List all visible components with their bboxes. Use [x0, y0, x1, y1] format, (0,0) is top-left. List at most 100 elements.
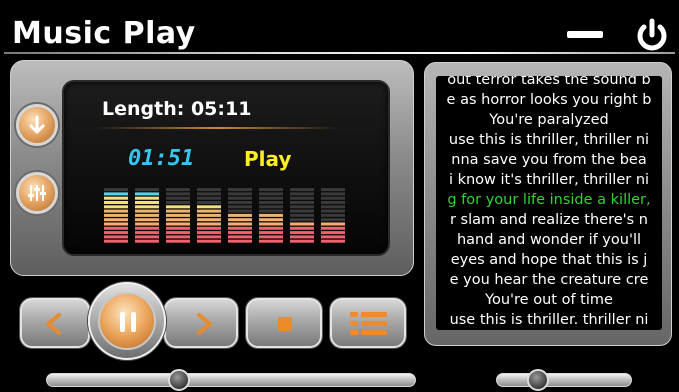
power-icon [637, 18, 667, 51]
eq-segment [135, 201, 159, 204]
eq-segment [259, 226, 283, 230]
lyric-line: hand and wonder if you'll [456, 232, 641, 248]
eq-segment [321, 218, 345, 222]
eq-segment [197, 235, 221, 239]
eq-segment [135, 235, 159, 239]
eq-segment [135, 196, 159, 200]
eq-segment [290, 188, 314, 192]
progress-slider[interactable] [46, 373, 416, 387]
eq-segment [104, 218, 128, 222]
eq-segment [166, 231, 190, 235]
eq-segment [166, 205, 190, 209]
volume-slider[interactable] [496, 373, 632, 387]
eq-segment [135, 222, 159, 226]
lyric-line: use this is thriller. thriller ni [449, 312, 649, 328]
lyric-line: You're out of time [485, 292, 613, 308]
eq-segment [259, 231, 283, 235]
eq-segment [228, 239, 252, 243]
download-button[interactable] [16, 104, 58, 146]
stop-button[interactable] [246, 298, 322, 348]
eq-segment [321, 201, 345, 204]
eq-segment [197, 188, 221, 192]
eq-segment [104, 231, 128, 235]
lyric-line: e as horror looks you right b [446, 92, 652, 108]
eq-segment [290, 239, 314, 243]
lyrics-view[interactable]: out terror takes the sound b e as horror … [436, 76, 662, 330]
eq-segment [259, 213, 283, 217]
eq-segment [259, 235, 283, 239]
eq-segment [135, 209, 159, 213]
eq-segment [135, 226, 159, 230]
eq-segment [228, 218, 252, 222]
eq-segment [228, 192, 252, 196]
progress-slider-knob[interactable] [168, 369, 191, 391]
lyric-line: r slam and realize there's n [449, 212, 648, 228]
eq-segment [104, 209, 128, 213]
eq-segment [228, 222, 252, 226]
eq-segment [228, 201, 252, 204]
eq-segment [166, 239, 190, 243]
eq-segment [228, 196, 252, 200]
lyric-line: eyes and hope that this is j [450, 252, 648, 268]
eq-segment [166, 188, 190, 192]
eq-segment [197, 209, 221, 213]
elapsed-time: 01:51 [128, 146, 195, 171]
eq-segment [290, 201, 314, 204]
eq-segment [290, 218, 314, 222]
equalizer-button[interactable] [16, 172, 58, 214]
eq-segment [321, 231, 345, 235]
eq-segment [259, 205, 283, 209]
lyric-line: You're paralyzed [489, 112, 609, 128]
eq-segment [228, 209, 252, 213]
eq-segment [166, 192, 190, 196]
playlist-button[interactable] [330, 298, 406, 348]
eq-segment [166, 226, 190, 230]
eq-segment [104, 201, 128, 204]
pause-button[interactable] [88, 282, 166, 360]
eq-segment [135, 239, 159, 243]
eq-segment [259, 192, 283, 196]
eq-segment [197, 205, 221, 209]
eq-segment [104, 222, 128, 226]
eq-segment [104, 235, 128, 239]
volume-slider-knob[interactable] [527, 369, 550, 391]
stop-icon [278, 317, 292, 331]
minimize-button[interactable] [564, 24, 606, 44]
eq-segment [259, 239, 283, 243]
eq-segment [290, 235, 314, 239]
eq-segment [321, 239, 345, 243]
eq-segment [135, 213, 159, 217]
eq-segment [197, 226, 221, 230]
eq-segment [166, 213, 190, 217]
length-divider [94, 127, 340, 129]
chevron-left-icon [46, 313, 61, 335]
eq-segment [321, 222, 345, 226]
eq-segment [197, 192, 221, 196]
eq-segment [259, 188, 283, 192]
eq-segment [104, 205, 128, 209]
pause-button-face [98, 292, 156, 350]
next-button[interactable] [164, 298, 238, 348]
eq-segment [228, 213, 252, 217]
eq-segment [321, 196, 345, 200]
eq-segment [135, 205, 159, 209]
eq-segment [321, 213, 345, 217]
power-button[interactable] [633, 18, 671, 52]
eq-segment [321, 192, 345, 196]
eq-segment [259, 201, 283, 204]
eq-segment [104, 196, 128, 200]
eq-segment [166, 235, 190, 239]
eq-segment [259, 209, 283, 213]
eq-segment [197, 231, 221, 235]
eq-segment [321, 226, 345, 230]
eq-segment [135, 192, 159, 196]
eq-segment [135, 188, 159, 192]
eq-segment [290, 222, 314, 226]
eq-segment [290, 205, 314, 209]
eq-segment [290, 226, 314, 230]
eq-segment [135, 231, 159, 235]
eq-segment [228, 231, 252, 235]
previous-button[interactable] [20, 298, 90, 348]
eq-segment [197, 213, 221, 217]
eq-segment [259, 218, 283, 222]
